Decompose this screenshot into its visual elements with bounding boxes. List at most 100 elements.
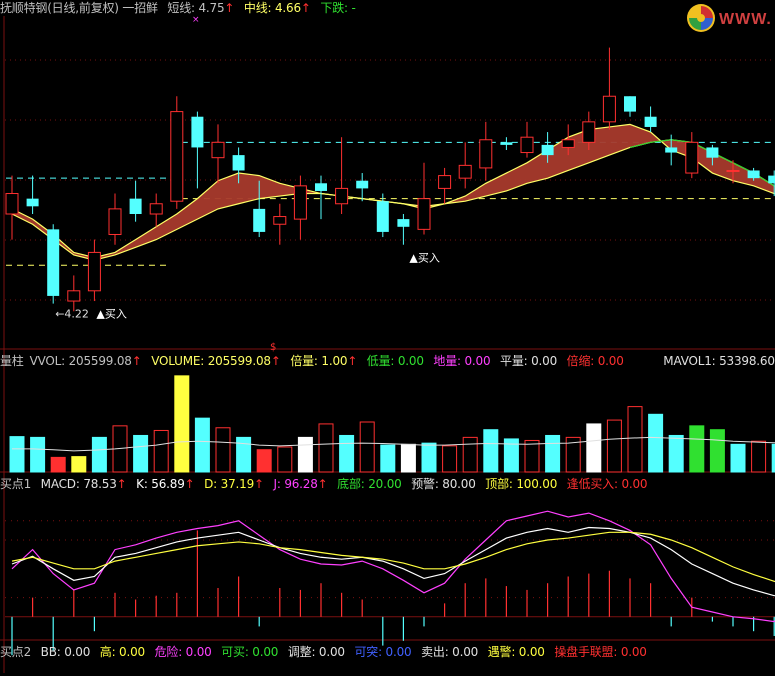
maichu-label: 卖出:	[421, 645, 448, 659]
volume-bar-28	[587, 424, 601, 472]
j-readout: J: 96.28↑	[274, 477, 328, 491]
macd-readout: MACD: 78.53↑	[41, 477, 127, 491]
indicator-panel-name: 买点1	[0, 477, 31, 491]
pingliang-label: 平量:	[500, 354, 527, 368]
volume-bar-9	[195, 418, 209, 472]
beiliang-label: 倍量:	[290, 354, 317, 368]
gao-label: 高:	[100, 645, 116, 659]
volume-bar-2	[51, 457, 65, 472]
short-line-value: 4.75	[199, 1, 225, 15]
price-panel-header: 抚顺特钢(日线,前复权) 一招鲜 短线: 4.75↑ 中线: 4.66↑ 下跌:…	[0, 0, 362, 16]
candle-body-32	[665, 147, 677, 152]
kemai-readout: 可买: 0.00	[221, 645, 278, 659]
j-arrow-icon: ↑	[318, 477, 328, 491]
d-arrow-icon: ↑	[254, 477, 264, 491]
fengdi-value: 0.00	[621, 477, 647, 491]
bb-readout: BB: 0.00	[41, 645, 90, 659]
volume-bar-20	[422, 443, 436, 472]
stock-chart: ←4.22▲买入▲买入×$	[0, 0, 775, 673]
volume-bar-7	[154, 430, 168, 472]
candle-body-5	[109, 209, 121, 235]
mavol-readout: MAVOL1: 53398.60↑	[663, 354, 775, 368]
short-line-readout: 短线: 4.75↑	[167, 1, 234, 15]
beisuo-readout: 倍缩: 0.00	[567, 354, 624, 368]
candle-body-15	[315, 183, 327, 191]
mid-line-label: 中线:	[244, 1, 271, 15]
volume-bar-22	[463, 437, 477, 472]
maichu-value: 0.00	[452, 645, 478, 659]
beiliang-value: 1.00	[321, 354, 347, 368]
dibu-value: 20.00	[368, 477, 401, 491]
beiliang-arrow-icon: ↑	[347, 354, 357, 368]
candle-body-37	[768, 176, 775, 184]
candle-body-30	[624, 96, 636, 111]
weixian-value: 0.00	[186, 645, 212, 659]
buy-signal-label-2: ▲买入	[409, 252, 439, 265]
volume-label: VOLUME:	[151, 354, 204, 368]
volume-bar-32	[669, 435, 683, 472]
mid-line-arrow-icon: ↑	[301, 1, 311, 15]
volume-bar-34	[710, 430, 724, 472]
dibu-label: 底部:	[337, 477, 364, 491]
kemai-value: 0.00	[252, 645, 278, 659]
volume-bar-25	[525, 440, 539, 472]
candle-body-28	[583, 122, 595, 142]
volume-bar-16	[340, 435, 354, 472]
candle-body-34	[706, 147, 718, 157]
d-readout: D: 37.19↑	[204, 477, 264, 491]
dingbu-label: 顶部:	[485, 477, 512, 491]
volume-bar-23	[484, 430, 498, 472]
diliang-value: 0.00	[398, 354, 424, 368]
candle-body-13	[274, 217, 286, 225]
weixian-readout: 危险: 0.00	[155, 645, 212, 659]
candle-body-21	[439, 176, 451, 189]
candle-body-9	[191, 117, 203, 148]
short-line-arrow-icon: ↑	[224, 1, 234, 15]
volume-bar-30	[628, 407, 642, 472]
candle-body-29	[603, 96, 615, 122]
tiaozheng-readout: 调整: 0.00	[288, 645, 345, 659]
diliang2-readout: 地量: 0.00	[433, 354, 490, 368]
mid-line-series	[12, 140, 775, 260]
low-price-marker: ←4.22	[55, 307, 89, 320]
volume-readout: VOLUME: 205599.08↑	[151, 354, 280, 368]
candle-body-11	[233, 155, 245, 170]
volume-bar-12	[257, 450, 271, 472]
candle-body-19	[397, 219, 409, 227]
tiaozheng-value: 0.00	[319, 645, 345, 659]
vvol-label: VVOL:	[30, 354, 65, 368]
site-logo: WWW.	[685, 2, 773, 36]
volume-bar-0	[10, 437, 24, 472]
ketu-label: 可突:	[354, 645, 381, 659]
caopan-value: 0.00	[621, 645, 647, 659]
candle-body-24	[500, 142, 512, 145]
down-label: 下跌:	[320, 1, 347, 15]
volume-arrow-icon: ↑	[271, 354, 281, 368]
logo-swirl-icon	[685, 2, 717, 34]
x-marker: ×	[192, 15, 200, 25]
candle-body-8	[171, 112, 183, 202]
candle-body-4	[88, 252, 100, 290]
candle-body-2	[47, 229, 59, 296]
indicator-panel-header: 买点1 MACD: 78.53↑ K: 56.89 ↑ D: 37.19↑ J: …	[0, 476, 653, 492]
candle-body-0	[6, 194, 18, 214]
pingliang-value: 0.00	[531, 354, 557, 368]
ketu-readout: 可突: 0.00	[354, 645, 411, 659]
candle-body-35	[727, 170, 739, 171]
candle-body-17	[356, 181, 368, 189]
bb-label: BB:	[41, 645, 61, 659]
mid-line-value: 4.66	[275, 1, 301, 15]
candle-body-16	[336, 188, 348, 203]
beisuo-label: 倍缩:	[567, 354, 594, 368]
k-label: K:	[136, 477, 148, 491]
short-line-label: 短线:	[167, 1, 194, 15]
volume-bar-26	[546, 435, 560, 472]
volume-bar-19	[401, 444, 415, 472]
volume-bar-4	[92, 437, 106, 472]
tiaozheng-label: 调整:	[288, 645, 315, 659]
volume-bar-33	[690, 426, 704, 472]
gao-value: 0.00	[119, 645, 145, 659]
candle-body-33	[686, 142, 698, 173]
k-value: 56.89	[151, 477, 184, 491]
volume-bar-13	[278, 447, 292, 472]
